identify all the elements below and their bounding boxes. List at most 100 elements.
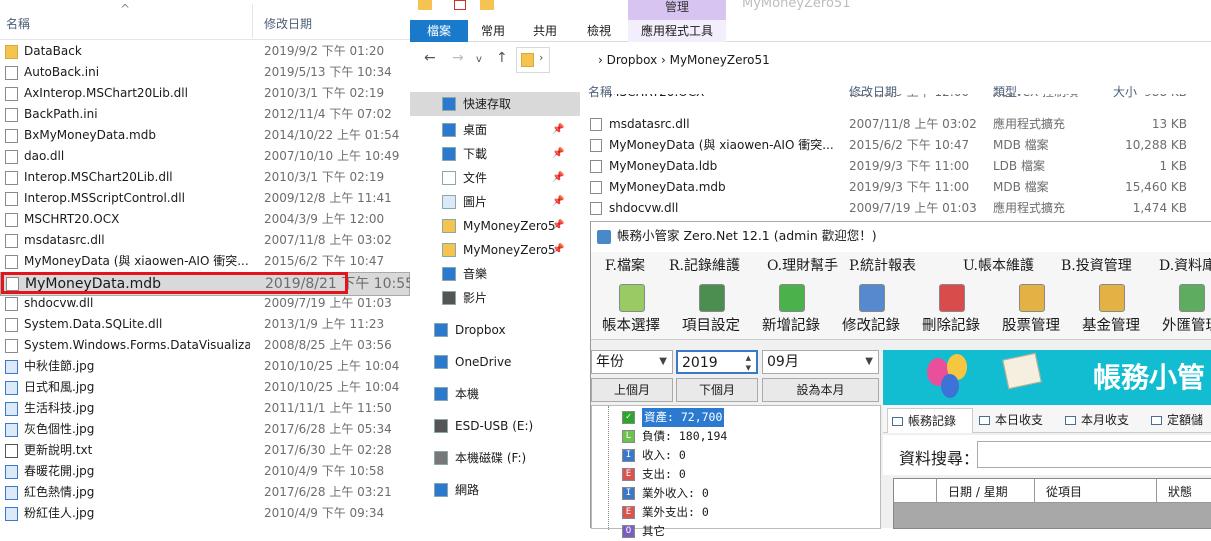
pin-icon[interactable]: 📌 — [552, 238, 564, 262]
checklist-icon[interactable] — [454, 0, 466, 10]
pin-icon[interactable]: 📌 — [552, 118, 564, 142]
file-row[interactable]: msdatasrc.dll 2007/11/8 上午 03:02 應用程式擴充 13 … — [588, 114, 1211, 135]
nav-item[interactable]: Dropbox — [410, 318, 580, 342]
breadcrumb[interactable]: › Dropbox › MyMoneyZero51 — [598, 53, 770, 67]
file-row[interactable]: MSCHRT20.OCX 2004/3/9 上午 12:00 — [0, 209, 410, 230]
file-row[interactable]: System.Data.SQLite.dll 2013/1/9 上午 11:23 — [0, 314, 410, 335]
file-row[interactable]: MyMoneyData.mdb 2019/9/3 下午 11:00 MDB 檔案 15… — [588, 177, 1211, 198]
tab-view[interactable]: 檢視 — [578, 20, 620, 42]
app-banner: 帳務小管 — [883, 350, 1211, 405]
set-this-month-button[interactable]: 設為本月 — [762, 378, 879, 402]
recent-dropdown-icon[interactable]: v — [476, 54, 482, 65]
nav-item[interactable]: MyMoneyZero5 📌 — [410, 238, 580, 262]
nav-item[interactable]: 音樂 — [410, 262, 580, 286]
pin-icon[interactable]: 📌 — [552, 190, 564, 214]
file-name: DataBack — [24, 44, 82, 58]
grid-col-date[interactable]: 日期 / 星期 — [948, 483, 1008, 500]
menu-item[interactable]: O.理財幫手 — [767, 255, 838, 275]
tab-records[interactable]: 帳務記錄 — [887, 408, 973, 433]
records-grid[interactable]: 日期 / 星期 從項目 狀態 — [893, 478, 1211, 529]
nav-item[interactable]: 圖片 📌 — [410, 190, 580, 214]
toolbar-button[interactable]: 項目設定 — [673, 282, 749, 338]
menu-item[interactable]: U.帳本維護 — [963, 255, 1034, 275]
back-arrow-icon[interactable]: ← — [424, 50, 436, 66]
column-header-name[interactable]: 名稱 — [6, 15, 30, 32]
menu-item[interactable]: P.統計報表 — [849, 255, 916, 275]
tab-month[interactable]: 本月收支 — [1061, 408, 1147, 433]
tab-share[interactable]: 共用 — [524, 20, 566, 42]
nav-item[interactable]: 網路 — [410, 478, 580, 502]
file-row[interactable]: shdocvw.dll 2009/7/19 上午 01:03 — [0, 293, 410, 314]
search-input[interactable] — [977, 441, 1211, 468]
file-row[interactable]: dao.dll 2007/10/10 上午 10:49 — [0, 146, 410, 167]
tab-fixed-savings[interactable]: 定額儲 — [1147, 408, 1211, 433]
menu-item[interactable]: D.資料庫 — [1159, 255, 1211, 275]
toolbar-button[interactable]: 基金管理 — [1073, 282, 1149, 338]
file-row[interactable]: DataBack 2019/9/2 下午 01:20 — [0, 41, 410, 62]
grid-col-item[interactable]: 從項目 — [1046, 483, 1082, 500]
period-select[interactable]: 年份 ▼ — [591, 350, 673, 374]
tab-app-tools[interactable]: 應用程式工具 — [628, 20, 726, 42]
toolbar-button[interactable]: 新增記錄 — [753, 282, 829, 338]
file-row[interactable]: 粉紅佳人.jpg 2010/4/9 下午 09:34 — [0, 503, 410, 524]
tab-today[interactable]: 本日收支 — [975, 408, 1061, 433]
nav-item[interactable]: 影片 — [410, 286, 580, 310]
toolbar-button[interactable]: 修改記錄 — [833, 282, 909, 338]
file-row[interactable]: System.Windows.Forms.DataVisualizat... 20… — [0, 335, 410, 356]
file-row[interactable]: MyMoneyData.ldb 2019/9/3 下午 11:00 LDB 檔案 1 … — [588, 156, 1211, 177]
file-row[interactable]: AxInterop.MSChart20Lib.dll 2010/3/1 下午 02… — [0, 83, 410, 104]
forward-arrow-icon[interactable]: → — [452, 50, 464, 66]
column-divider[interactable] — [252, 4, 253, 38]
tab-home[interactable]: 常用 — [472, 20, 514, 42]
file-row-partial[interactable]: MSCHRT20.OCX 2004/3/9 上午 12:00 ActiveX 控… — [588, 94, 1211, 104]
next-month-button[interactable]: 下個月 — [676, 378, 758, 402]
nav-item[interactable]: MyMoneyZero5 📌 — [410, 214, 580, 238]
file-row[interactable]: 中秋佳節.jpg 2010/10/25 上午 10:04 — [0, 356, 410, 377]
prev-month-button[interactable]: 上個月 — [591, 378, 673, 402]
toolbar-button[interactable]: 帳本選擇 — [593, 282, 669, 338]
file-row[interactable]: Interop.MSScriptControl.dll 2009/12/8 上午 … — [0, 188, 410, 209]
nav-item[interactable]: OneDrive — [410, 350, 580, 374]
file-row[interactable]: MyMoneyData (與 xiaowen-AIO 衝突... 2015/6/2… — [0, 251, 410, 272]
file-row[interactable]: shdocvw.dll 2009/7/19 上午 01:03 應用程式擴充 1,474… — [588, 198, 1211, 219]
month-select[interactable]: 09月 ▼ — [762, 350, 879, 374]
address-bar[interactable]: › — [516, 47, 550, 73]
nav-item[interactable]: 下載 📌 — [410, 142, 580, 166]
nav-item[interactable]: ESD-USB (E:) — [410, 414, 580, 438]
toolbar-button[interactable]: 刪除記錄 — [913, 282, 989, 338]
tab-file[interactable]: 檔案 — [410, 20, 468, 42]
folder-icon[interactable] — [418, 0, 432, 10]
file-row[interactable]: BxMyMoneyData.mdb 2014/10/22 上午 01:54 — [0, 125, 410, 146]
file-row[interactable]: 生活科技.jpg 2011/11/1 上午 11:50 — [0, 398, 410, 419]
grid-col-status[interactable]: 狀態 — [1168, 483, 1192, 500]
file-row[interactable]: msdatasrc.dll 2007/11/8 上午 03:02 — [0, 230, 410, 251]
spinner-arrows-icon[interactable]: ▲ ▼ — [746, 353, 751, 373]
new-folder-icon[interactable] — [480, 0, 494, 10]
file-row[interactable]: 紅色熱情.jpg 2017/6/28 上午 03:21 — [0, 482, 410, 503]
toolbar-button[interactable]: 股票管理 — [993, 282, 1069, 338]
nav-item[interactable]: 桌面 📌 — [410, 118, 580, 142]
file-row[interactable]: 春暖花開.jpg 2010/4/9 下午 10:58 — [0, 461, 410, 482]
nav-item[interactable]: 本機磁碟 (F:) — [410, 446, 580, 470]
file-row[interactable]: 更新說明.txt 2017/6/30 上午 02:28 — [0, 440, 410, 461]
nav-item[interactable]: 快速存取 — [410, 92, 580, 116]
toolbar-button[interactable]: 外匯管理 — [1153, 282, 1211, 338]
nav-item[interactable]: 本機 — [410, 382, 580, 406]
menu-item[interactable]: B.投資管理 — [1061, 255, 1132, 275]
pin-icon[interactable]: 📌 — [552, 166, 564, 190]
pin-icon[interactable]: 📌 — [552, 214, 564, 238]
menu-item[interactable]: R.記錄維護 — [669, 255, 740, 275]
file-row[interactable]: Interop.MSChart20Lib.dll 2010/3/1 下午 02:1… — [0, 167, 410, 188]
pin-icon[interactable]: 📌 — [552, 142, 564, 166]
file-row[interactable]: 灰色個性.jpg 2017/6/28 上午 05:34 — [0, 419, 410, 440]
file-row[interactable]: BackPath.ini 2012/11/4 下午 07:02 — [0, 104, 410, 125]
nav-item[interactable]: 文件 📌 — [410, 166, 580, 190]
up-arrow-icon[interactable]: ↑ — [496, 50, 508, 66]
sort-ascending-icon[interactable]: ^ — [120, 2, 130, 16]
year-spinner[interactable]: 2019 ▲ ▼ — [676, 350, 758, 374]
menu-item[interactable]: F.檔案 — [605, 255, 645, 275]
file-row[interactable]: 日式和風.jpg 2010/10/25 上午 10:04 — [0, 377, 410, 398]
file-row[interactable]: AutoBack.ini 2019/5/13 下午 10:34 — [0, 62, 410, 83]
file-row[interactable]: MyMoneyData (與 xiaowen-AIO 衝突... 2015/6/2… — [588, 135, 1211, 156]
column-header-date[interactable]: 修改日期 — [264, 15, 312, 32]
